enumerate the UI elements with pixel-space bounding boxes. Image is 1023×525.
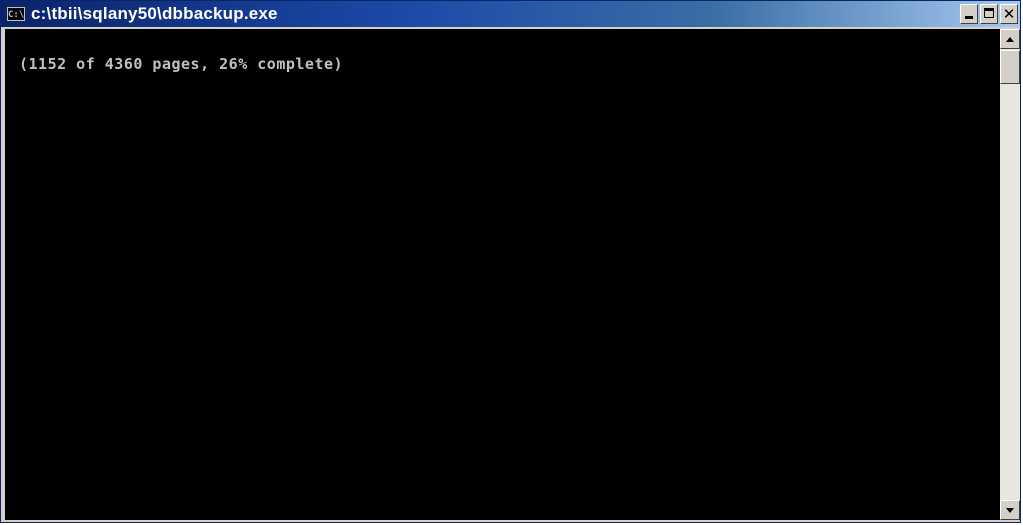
arrow-up-icon <box>1006 37 1014 42</box>
console-window: C:\ c:\tbii\sqlany50\dbbackup.exe ✕ (115… <box>0 0 1021 523</box>
window-controls: ✕ <box>960 4 1018 24</box>
maximize-icon <box>984 8 994 18</box>
console-output[interactable]: (1152 of 4360 pages, 26% complete) <box>5 29 1000 520</box>
maximize-button[interactable] <box>980 4 998 24</box>
minimize-button[interactable] <box>960 4 978 24</box>
arrow-down-icon <box>1006 508 1014 513</box>
minimize-icon <box>965 16 973 19</box>
scroll-thumb[interactable] <box>1000 50 1020 84</box>
console-app-icon[interactable]: C:\ <box>7 7 25 21</box>
vertical-scrollbar[interactable] <box>1000 29 1020 520</box>
close-icon: ✕ <box>1002 5 1016 23</box>
scroll-down-button[interactable] <box>1000 500 1020 520</box>
scroll-up-button[interactable] <box>1000 29 1020 49</box>
window-title: c:\tbii\sqlany50\dbbackup.exe <box>31 4 278 23</box>
console-line: (1152 of 4360 pages, 26% complete) <box>19 55 344 73</box>
close-button[interactable]: ✕ <box>1000 4 1018 24</box>
title-bar[interactable]: C:\ c:\tbii\sqlany50\dbbackup.exe ✕ <box>1 1 1020 27</box>
